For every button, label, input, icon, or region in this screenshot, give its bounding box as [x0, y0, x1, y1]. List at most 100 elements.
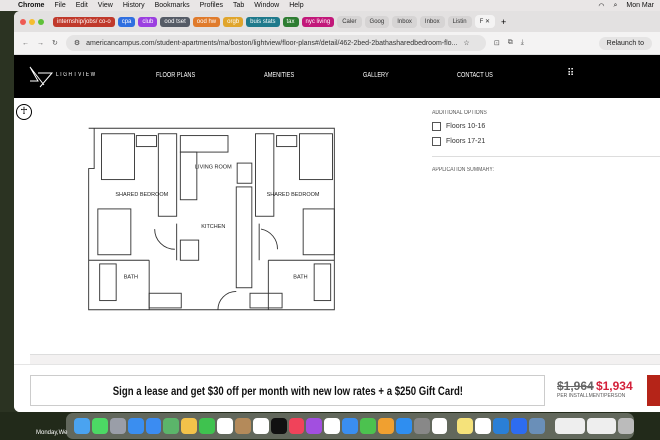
- floor-plan-image: LIVING ROOM SHARED BEDROOM SHARED BEDROO…: [88, 127, 335, 311]
- tab-active-title: F: [479, 19, 484, 25]
- lightview-logo-icon[interactable]: [28, 65, 54, 89]
- tab-calendar[interactable]: Caler: [337, 15, 362, 28]
- safari-icon[interactable]: [127, 418, 144, 434]
- extensions-icon[interactable]: ⧉: [508, 39, 513, 47]
- minimize-button[interactable]: [29, 18, 35, 25]
- tab-inbox-2[interactable]: Inbox: [419, 15, 445, 28]
- nav-amenities[interactable]: AMENITIES: [264, 72, 294, 79]
- app-store-icon[interactable]: [395, 418, 412, 434]
- translate-icon[interactable]: ⊡: [494, 39, 500, 47]
- keynote-icon[interactable]: [342, 418, 358, 434]
- option-floors-10-16[interactable]: Floors 10-16: [432, 122, 660, 131]
- tab-group-internship[interactable]: internship/jobs/ co-o: [53, 16, 115, 27]
- menu-view[interactable]: View: [98, 2, 113, 9]
- news-icon[interactable]: [324, 418, 341, 434]
- site-settings-icon[interactable]: ⚙: [74, 39, 80, 47]
- finder-icon[interactable]: [74, 418, 90, 434]
- tab-google[interactable]: Goog: [364, 15, 390, 28]
- maps-icon[interactable]: [163, 418, 180, 434]
- nav-gallery[interactable]: GALLERY: [363, 72, 389, 79]
- tab-inbox[interactable]: Inbox: [392, 15, 417, 28]
- tab-group-nyc-living[interactable]: nyc living: [301, 16, 335, 27]
- podcasts-icon[interactable]: [306, 418, 323, 434]
- address-bar-row: ← → ↻ ⚙ americancampus.com/student-apart…: [14, 32, 660, 55]
- tab-group-ood-tset[interactable]: ood tset: [160, 16, 190, 27]
- relaunch-button[interactable]: Relaunch to: [598, 36, 652, 50]
- label-bath-left: BATH: [124, 275, 138, 281]
- promo-banner: Sign a lease and get $30 off per month w…: [30, 375, 545, 406]
- divider: [432, 156, 660, 157]
- zoom-icon[interactable]: [511, 418, 527, 434]
- tab-group-buis-stats[interactable]: buis stats: [246, 16, 280, 27]
- menu-app[interactable]: Chrome: [18, 2, 44, 9]
- back-icon[interactable]: ←: [22, 40, 29, 47]
- preview-icon[interactable]: [528, 418, 545, 434]
- download-icon[interactable]: ⤓: [521, 39, 524, 47]
- tab-group-cpa[interactable]: cpa: [117, 16, 136, 27]
- nav-contact-us[interactable]: CONTACT US: [457, 72, 493, 79]
- close-window-button[interactable]: [20, 18, 26, 25]
- bookmark-star-icon[interactable]: ☆: [463, 39, 469, 47]
- tab-listing[interactable]: Listin: [447, 15, 472, 28]
- menu-edit[interactable]: Edit: [76, 2, 88, 9]
- promo-bar: Sign a lease and get $30 off per month w…: [14, 364, 660, 412]
- tab-group-orgb[interactable]: orgb: [223, 16, 244, 27]
- accessibility-icon[interactable]: ☥: [16, 104, 32, 120]
- tab-group-club[interactable]: club: [138, 16, 158, 27]
- url-text: americancampus.com/student-apartments/ma…: [86, 39, 458, 47]
- option-floors-17-21[interactable]: Floors 17-21: [432, 137, 660, 146]
- reminders-icon[interactable]: [252, 418, 269, 434]
- tab-group-tax[interactable]: tax: [282, 16, 299, 27]
- menu-profiles[interactable]: Profiles: [200, 2, 223, 9]
- calendar-icon[interactable]: [217, 418, 233, 434]
- menu-file[interactable]: File: [54, 2, 65, 9]
- tab-active[interactable]: F ✕: [474, 15, 495, 28]
- chrome-icon[interactable]: [475, 418, 492, 434]
- menu-history[interactable]: History: [123, 2, 145, 9]
- tab-group-ood-hw[interactable]: ood hw: [192, 16, 221, 27]
- numbers-icon[interactable]: [360, 418, 376, 434]
- window-thumbnail-icon[interactable]: [586, 418, 617, 434]
- label-bath-right: BATH: [293, 275, 307, 281]
- trash-icon[interactable]: [618, 418, 635, 434]
- tv-icon[interactable]: [270, 418, 287, 434]
- menu-window[interactable]: Window: [254, 2, 279, 9]
- launchpad-icon[interactable]: [109, 418, 126, 434]
- notes-icon[interactable]: [457, 418, 474, 434]
- zoom-button[interactable]: [38, 18, 44, 25]
- url-field[interactable]: ⚙ americancampus.com/student-apartments/…: [65, 35, 486, 51]
- nav-floor-plans[interactable]: FLOOR PLANS: [156, 72, 195, 79]
- menu-bookmarks[interactable]: Bookmarks: [155, 2, 190, 9]
- settings-icon[interactable]: [413, 418, 430, 434]
- desktop-file-label[interactable]: Monday,We: [36, 430, 67, 436]
- facetime-icon[interactable]: [199, 418, 215, 434]
- forward-icon[interactable]: →: [37, 40, 44, 47]
- options-panel: ADDITIONAL OPTIONS Floors 10-16 Floors 1…: [432, 110, 660, 173]
- search-icon[interactable]: ⌕: [613, 2, 617, 10]
- vscode-icon[interactable]: [493, 418, 509, 434]
- label-shared-bedroom-right: SHARED BEDROOM: [267, 192, 320, 198]
- contacts-icon[interactable]: [234, 418, 251, 434]
- menu-tab[interactable]: Tab: [233, 2, 244, 9]
- new-tab-button[interactable]: +: [501, 17, 506, 27]
- stocks-icon[interactable]: [431, 418, 448, 434]
- mail-icon[interactable]: [145, 418, 162, 434]
- application-summary-heading: APPLICATION SUMMARY:: [432, 167, 494, 173]
- label-kitchen: KITCHEN: [201, 224, 225, 230]
- music-icon[interactable]: [288, 418, 305, 434]
- photos-icon[interactable]: [181, 418, 198, 434]
- window-thumbnail-icon[interactable]: [554, 418, 585, 434]
- menu-help[interactable]: Help: [289, 2, 303, 9]
- promo-text: Sign a lease and get $30 off per month w…: [112, 383, 463, 398]
- checkbox[interactable]: [432, 137, 441, 146]
- menu-grid-icon[interactable]: ⠿: [567, 68, 574, 79]
- checkbox[interactable]: [432, 122, 441, 131]
- browser-window: internship/jobs/ co-o cpa club ood tset …: [14, 11, 660, 412]
- messages-icon[interactable]: [91, 418, 108, 434]
- clock[interactable]: Mon Mar: [626, 2, 654, 10]
- logo-text[interactable]: LIGHTVIEW: [56, 72, 97, 78]
- pages-icon[interactable]: [377, 418, 394, 434]
- reload-icon[interactable]: ↻: [52, 39, 58, 47]
- apply-button[interactable]: [647, 375, 660, 406]
- wifi-icon[interactable]: ◠: [598, 2, 604, 10]
